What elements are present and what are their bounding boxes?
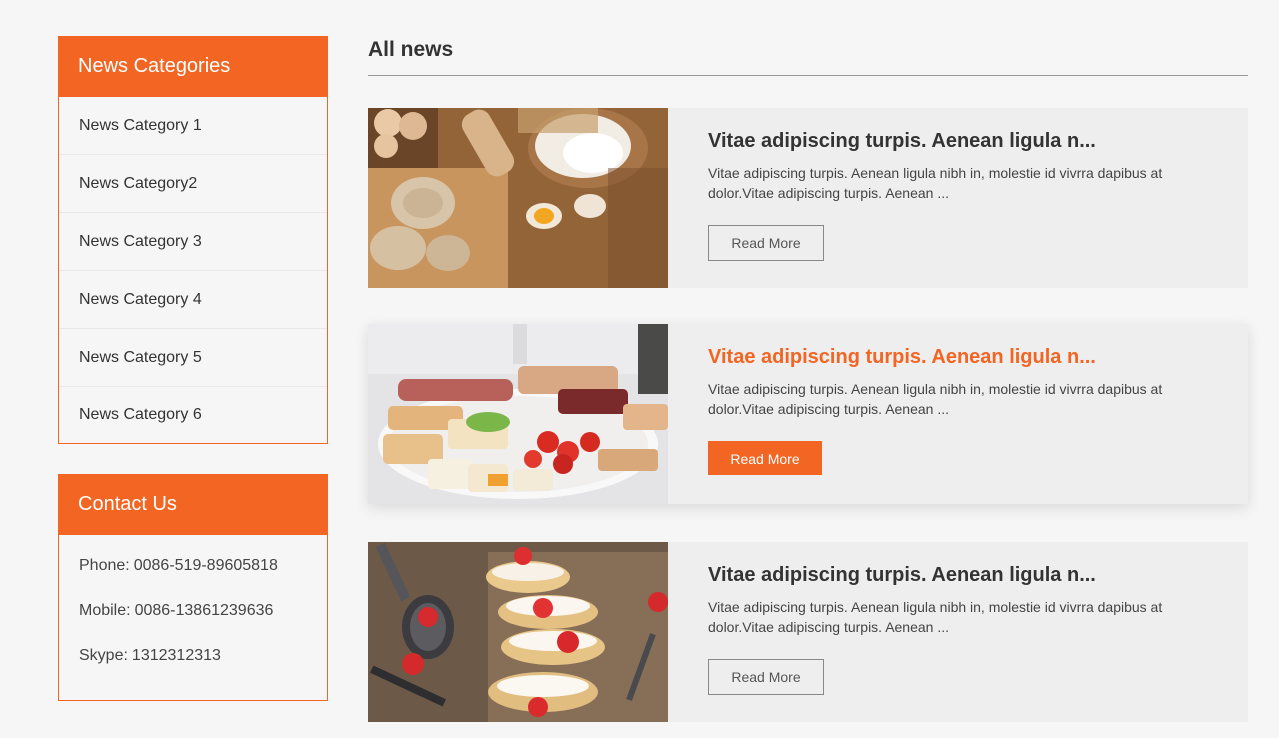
pasta-flour-eggs-image <box>368 108 668 288</box>
page-title: All news <box>368 36 1248 76</box>
charcuterie-platter-image <box>368 324 668 504</box>
phone-value: 0086-519-89605818 <box>133 557 278 574</box>
news-title-3[interactable]: Vitae adipiscing turpis. Aenean ligula n… <box>708 560 1208 590</box>
category-item-6[interactable]: News Category 6 <box>59 387 327 443</box>
news-content-2: Vitae adipiscing turpis. Aenean ligula n… <box>708 342 1208 475</box>
strawberry-eclairs-image <box>368 542 668 722</box>
news-thumbnail-2[interactable] <box>368 324 668 504</box>
read-more-button-3[interactable]: Read More <box>708 659 824 695</box>
contact-details: Phone: 0086-519-89605818 Mobile: 0086-1386… <box>59 535 327 700</box>
skype-label: Skype: <box>79 647 128 664</box>
news-excerpt-2: Vitae adipiscing turpis. Aenean ligula n… <box>708 381 1163 417</box>
read-more-button-2[interactable]: Read More <box>708 441 822 475</box>
category-item-3[interactable]: News Category 3 <box>59 213 327 271</box>
news-categories-heading: News Categories <box>58 36 328 97</box>
contact-phone: Phone: 0086-519-89605818 <box>79 555 307 600</box>
news-thumbnail-1[interactable] <box>368 108 668 288</box>
read-more-button-1[interactable]: Read More <box>708 225 824 261</box>
category-list: News Category 1 News Category2 News Cate… <box>59 97 327 443</box>
mobile-value: 0086-13861239636 <box>134 602 274 619</box>
news-main: All news Vitae adipiscing turpis. Aenean… <box>368 36 1248 722</box>
news-title-2[interactable]: Vitae adipiscing turpis. Aenean ligula n… <box>708 342 1208 372</box>
contact-mobile: Mobile: 0086-13861239636 <box>79 600 307 645</box>
contact-panel: Contact Us Phone: 0086-519-89605818 Mobil… <box>58 474 328 701</box>
news-content-3: Vitae adipiscing turpis. Aenean ligula n… <box>708 560 1208 695</box>
news-item-2: Vitae adipiscing turpis. Aenean ligula n… <box>368 324 1248 504</box>
sidebar: News Categories News Category 1 News Cat… <box>58 36 328 701</box>
phone-label: Phone: <box>79 557 130 574</box>
category-item-2[interactable]: News Category2 <box>59 155 327 213</box>
mobile-label: Mobile: <box>79 602 131 619</box>
news-thumbnail-3[interactable] <box>368 542 668 722</box>
category-item-1[interactable]: News Category 1 <box>59 97 327 155</box>
news-excerpt-3: Vitae adipiscing turpis. Aenean ligula n… <box>708 599 1163 635</box>
skype-value: 1312312313 <box>131 647 221 664</box>
news-categories-panel: News Categories News Category 1 News Cat… <box>58 36 328 444</box>
contact-heading: Contact Us <box>58 474 328 535</box>
category-item-5[interactable]: News Category 5 <box>59 329 327 387</box>
news-excerpt-1: Vitae adipiscing turpis. Aenean ligula n… <box>708 165 1163 201</box>
contact-skype: Skype: 1312312313 <box>79 645 307 690</box>
category-item-4[interactable]: News Category 4 <box>59 271 327 329</box>
news-title-1[interactable]: Vitae adipiscing turpis. Aenean ligula n… <box>708 126 1208 156</box>
news-item-1: Vitae adipiscing turpis. Aenean ligula n… <box>368 108 1248 288</box>
news-item-3: Vitae adipiscing turpis. Aenean ligula n… <box>368 542 1248 722</box>
news-content-1: Vitae adipiscing turpis. Aenean ligula n… <box>708 126 1208 261</box>
